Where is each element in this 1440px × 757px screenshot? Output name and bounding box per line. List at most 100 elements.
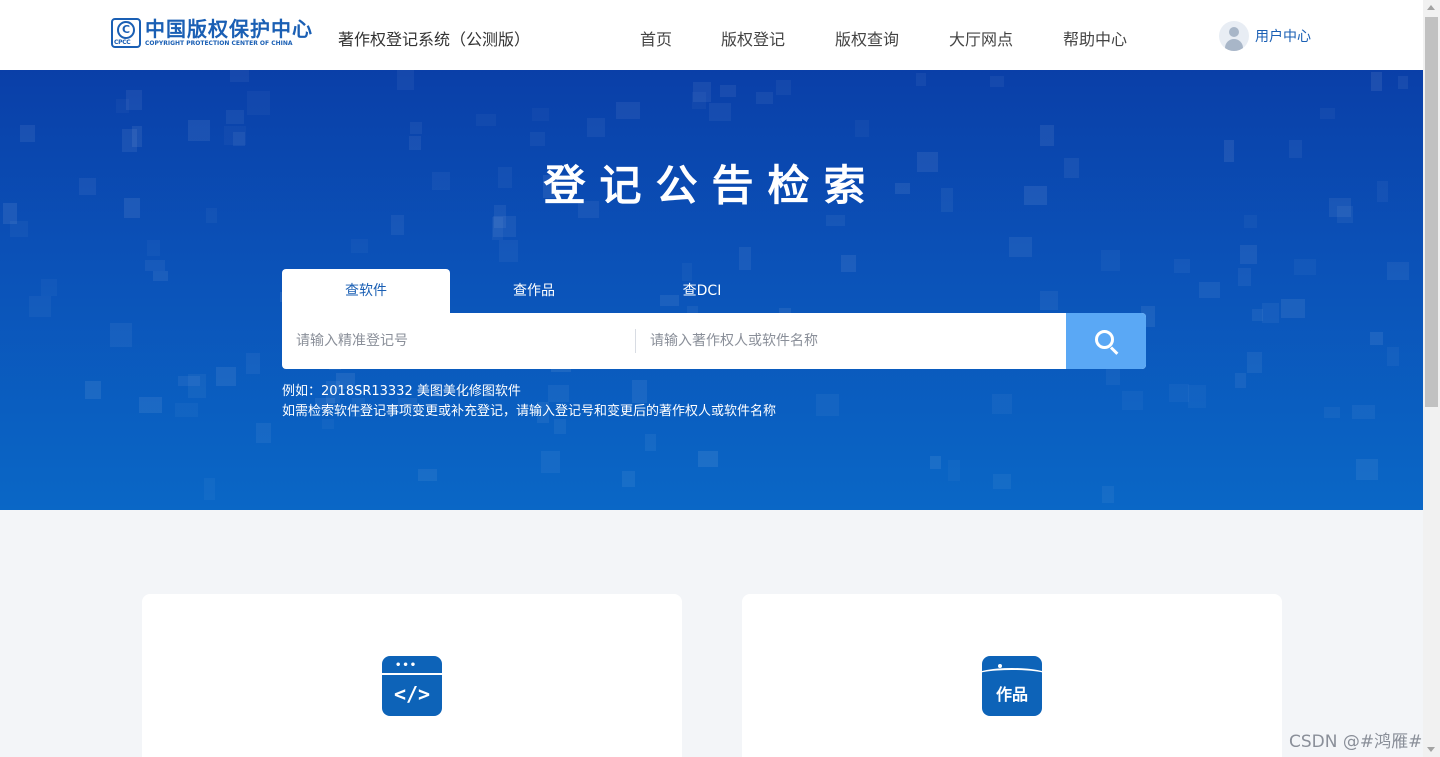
- background-tile: [247, 91, 270, 115]
- registration-number-input[interactable]: [282, 313, 635, 369]
- background-tile: [1240, 244, 1258, 265]
- search-hero: 登记公告检索 查软件 查作品 查DCI 例如：2018SR13332 美图美化修…: [0, 70, 1423, 510]
- background-tile: [1169, 384, 1189, 402]
- page-scrollbar[interactable]: [1423, 0, 1440, 757]
- background-tile: [621, 471, 635, 488]
- background-tile: [1188, 385, 1206, 408]
- background-tile: [1122, 391, 1143, 411]
- background-tile: [390, 214, 404, 236]
- background-tile: [1101, 250, 1121, 271]
- background-tile: [1294, 259, 1316, 275]
- search-button[interactable]: [1066, 313, 1146, 369]
- user-center-label: 用户中心: [1255, 29, 1311, 45]
- background-tile: [815, 393, 840, 417]
- background-tile: [586, 118, 605, 138]
- background-tile: [1244, 215, 1257, 228]
- logo-title-en: COPYRIGHT PROTECTION CENTER OF CHINA: [145, 40, 293, 47]
- background-tile: [992, 473, 1012, 489]
- background-tile: [187, 374, 206, 398]
- software-card[interactable]: ••• </>: [142, 594, 682, 757]
- background-tile: [187, 120, 210, 142]
- background-tile: [418, 468, 437, 481]
- nav-copyright-registration[interactable]: 版权登记: [721, 26, 785, 50]
- background-tile: [397, 70, 414, 91]
- background-tile: [756, 92, 773, 105]
- background-tile: [1370, 72, 1382, 92]
- background-tile: [1199, 282, 1221, 298]
- background-tile: [644, 433, 657, 451]
- background-tile: [230, 70, 250, 82]
- avatar-icon: [1219, 21, 1249, 51]
- background-tile: [1369, 331, 1384, 345]
- background-tile: [916, 73, 927, 86]
- background-tile: [138, 397, 162, 413]
- background-tile: [499, 239, 519, 262]
- page-title: 登记公告检索: [543, 161, 880, 210]
- nav-service-halls[interactable]: 大厅网点: [949, 26, 1013, 50]
- background-tile: [553, 418, 567, 434]
- code-icon: ••• </>: [382, 656, 442, 716]
- logo-title-cn: 中国版权保护中心: [145, 17, 313, 41]
- tab-works[interactable]: 查作品: [450, 269, 618, 313]
- background-tile: [1280, 298, 1305, 318]
- background-tile: [1386, 346, 1399, 367]
- user-center-link[interactable]: 用户中心: [1219, 21, 1311, 51]
- background-tile: [410, 121, 422, 135]
- nav-home[interactable]: 首页: [640, 26, 672, 50]
- background-tile: [41, 279, 57, 297]
- background-tile: [855, 120, 869, 137]
- background-tile: [492, 215, 517, 238]
- background-tile: [1320, 108, 1335, 119]
- owner-or-software-name-input[interactable]: [636, 313, 1066, 369]
- background-tile: [739, 247, 752, 270]
- background-tile: [1040, 125, 1055, 147]
- background-tile: [929, 455, 941, 469]
- tab-dci[interactable]: 查DCI: [618, 269, 786, 313]
- background-tile: [948, 460, 961, 481]
- background-tile: [147, 240, 160, 255]
- copyright-icon: C CPCC: [111, 18, 141, 48]
- background-tile: [1386, 261, 1409, 280]
- background-tile: [1261, 302, 1279, 324]
- background-tile: [152, 270, 169, 281]
- background-tile: [616, 101, 640, 120]
- background-tile: [692, 82, 711, 103]
- background-tile: [351, 239, 368, 254]
- background-tile: [529, 132, 545, 146]
- background-tile: [116, 99, 129, 113]
- background-tile: [992, 394, 1012, 414]
- top-header: C CPCC 中国版权保护中心 COPYRIGHT PROTECTION CEN…: [0, 0, 1423, 70]
- background-tile: [990, 75, 1004, 88]
- background-tile: [776, 80, 791, 96]
- background-tile: [204, 478, 215, 500]
- background-tile: [708, 102, 732, 122]
- background-tile: [1173, 259, 1190, 273]
- tab-software[interactable]: 查软件: [282, 269, 450, 313]
- works-card[interactable]: 作品: [742, 594, 1282, 757]
- scroll-thumb[interactable]: [1425, 17, 1438, 407]
- background-tile: [1355, 459, 1378, 480]
- background-tile: [1398, 75, 1409, 90]
- background-tile: [1352, 405, 1376, 419]
- background-tile: [1235, 373, 1247, 389]
- background-tile: [1102, 486, 1114, 503]
- nav-help-center[interactable]: 帮助中心: [1063, 26, 1127, 50]
- background-tile: [144, 260, 166, 272]
- scroll-up-arrow-icon[interactable]: [1427, 5, 1435, 10]
- background-tile: [216, 366, 236, 387]
- cpcc-logo[interactable]: C CPCC 中国版权保护中心 COPYRIGHT PROTECTION CEN…: [111, 16, 319, 50]
- background-tile: [408, 135, 421, 150]
- search-example-hint: 例如：2018SR13332 美图美化修图软件: [282, 384, 521, 399]
- background-tile: [256, 422, 271, 443]
- work-icon: 作品: [982, 656, 1042, 716]
- watermark: CSDN @#鸿雁#: [1289, 732, 1423, 752]
- scroll-down-arrow-icon[interactable]: [1427, 747, 1435, 752]
- background-tile: [1009, 236, 1032, 257]
- background-tile: [532, 108, 549, 121]
- background-tile: [29, 296, 51, 318]
- nav-copyright-query[interactable]: 版权查询: [835, 26, 899, 50]
- background-tile: [126, 90, 143, 110]
- background-tile: [476, 114, 496, 126]
- background-tile: [175, 403, 198, 417]
- background-tile: [322, 419, 334, 430]
